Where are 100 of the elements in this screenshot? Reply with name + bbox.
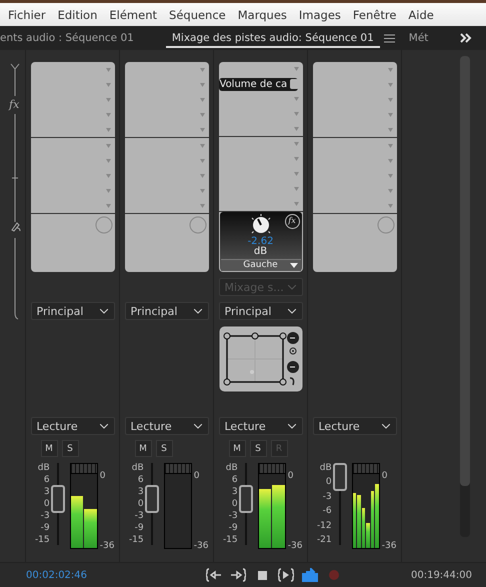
slot-arrow-icon[interactable] [388, 68, 392, 72]
effects-label: fx [9, 98, 20, 111]
menu-item[interactable]: Fichier [8, 8, 46, 22]
current-timecode[interactable]: 00:02:02:46 [26, 570, 88, 580]
send-knob[interactable] [94, 216, 112, 234]
panel-tab[interactable]: Mixage des pistes audio: Séquence 01 [166, 28, 380, 48]
slot-arrow-icon[interactable] [294, 172, 298, 176]
scale-label: 0 [138, 499, 144, 509]
surround-panner[interactable] [218, 326, 302, 392]
track-button[interactable]: S [62, 440, 78, 457]
clip-indicator[interactable] [70, 464, 97, 474]
slot-arrow-icon[interactable] [200, 188, 204, 192]
overflow-icon[interactable] [460, 33, 472, 43]
slot-arrow-icon[interactable] [200, 144, 204, 148]
track-button[interactable]: S [156, 440, 172, 457]
fader-handle[interactable] [144, 485, 159, 514]
slot-arrow-icon[interactable] [106, 112, 110, 116]
slot-arrow-icon[interactable] [200, 128, 204, 132]
slot-arrow-icon[interactable] [200, 68, 204, 72]
slot-arrow-icon[interactable] [388, 188, 392, 192]
chevron-icon [288, 308, 296, 314]
go-to-in-icon[interactable] [206, 568, 222, 582]
channel-dropdown[interactable]: Gauche [220, 258, 300, 271]
slot-arrow-icon[interactable] [106, 98, 110, 102]
slot-arrow-icon[interactable] [388, 144, 392, 148]
slot-arrow-icon[interactable] [294, 142, 298, 146]
automation-mode-dropdown[interactable]: Lecture [218, 417, 302, 435]
scale-label: -36 [194, 541, 208, 551]
track-button[interactable]: S [250, 440, 266, 457]
slot-arrow-icon[interactable] [200, 174, 204, 178]
send-knob[interactable] [188, 216, 206, 234]
menu-item[interactable]: Images [298, 8, 341, 22]
slot-arrow-icon[interactable] [388, 98, 392, 102]
output-dropdown[interactable]: Principal [218, 302, 302, 320]
slot-arrow-icon[interactable] [388, 174, 392, 178]
slot-arrow-icon[interactable] [106, 188, 110, 192]
scale-label: -15 [34, 535, 50, 545]
clip-indicator[interactable] [258, 464, 285, 474]
slot-arrow-icon[interactable] [106, 174, 110, 178]
slot-arrow-icon[interactable] [294, 112, 298, 116]
clip-indicator[interactable] [164, 464, 191, 474]
slot-arrow-icon[interactable] [388, 128, 392, 132]
pan-value[interactable]: -2.62 [248, 236, 274, 247]
slot-arrow-icon[interactable] [106, 128, 110, 132]
slot-arrow-icon[interactable] [388, 82, 392, 86]
slot-arrow-icon[interactable] [106, 68, 110, 72]
track-button[interactable]: M [134, 440, 152, 457]
slot-arrow-icon[interactable] [294, 67, 298, 72]
slot-arrow-icon[interactable] [388, 112, 392, 116]
caret-icon[interactable] [290, 262, 298, 268]
menu-item[interactable]: Fenêtre [352, 8, 396, 22]
fader-handle[interactable] [50, 485, 65, 514]
automation-mode-dropdown[interactable]: Lecture [312, 417, 396, 435]
slot-arrow-icon[interactable] [294, 202, 298, 206]
fader-handle[interactable] [332, 463, 347, 491]
track-button[interactable]: M [40, 440, 58, 457]
slot-arrow-icon[interactable] [200, 82, 204, 86]
menu-item[interactable]: Elément [109, 8, 158, 22]
menu-icon[interactable] [384, 34, 395, 42]
output-dropdown[interactable]: Principal [124, 302, 208, 320]
menu-item[interactable]: Edition [58, 8, 98, 22]
menu-item[interactable]: Aide [408, 8, 434, 22]
scale-label: -15 [222, 535, 238, 545]
scale-label: 0 [44, 499, 50, 509]
slot-arrow-icon[interactable] [294, 157, 298, 162]
record-icon[interactable] [326, 568, 342, 582]
play-in-to-out-icon[interactable] [278, 568, 294, 582]
slot-arrow-icon[interactable] [106, 82, 110, 86]
track-button[interactable]: M [228, 440, 246, 457]
panel-tab[interactable]: ents audio : Séquence 01 [0, 29, 140, 47]
slot-arrow-icon[interactable] [388, 158, 392, 162]
slot-arrow-icon[interactable] [106, 204, 110, 208]
scale-label: -9 [40, 523, 50, 533]
clip-indicator[interactable] [352, 464, 379, 474]
menu-item[interactable]: Marques [238, 8, 287, 22]
slot-arrow-icon[interactable] [200, 112, 204, 116]
go-to-out-icon[interactable] [230, 568, 246, 582]
menu-item[interactable]: Séquence [169, 8, 226, 22]
slot-arrow-icon[interactable] [200, 98, 204, 102]
chevron-icon [194, 424, 202, 428]
slot-arrow-icon[interactable] [106, 158, 110, 162]
slot-arrow-icon[interactable] [294, 96, 298, 101]
slot-arrow-icon[interactable] [106, 144, 110, 148]
panel-tab[interactable]: Mét [402, 29, 434, 47]
scale-label: dB [320, 463, 332, 473]
fader-handle[interactable] [238, 485, 253, 514]
chevron-icon [288, 424, 296, 428]
send-knob[interactable] [376, 216, 394, 234]
output-dropdown[interactable]: Principal [30, 302, 114, 320]
slot-arrow-icon[interactable] [294, 186, 298, 191]
slot-arrow-icon[interactable] [388, 204, 392, 208]
scale-label: 0 [288, 471, 295, 481]
slot-arrow-icon[interactable] [200, 204, 204, 208]
loop-icon[interactable] [302, 568, 318, 582]
slot-arrow-icon[interactable] [200, 158, 204, 162]
effects-bypass-button[interactable]: fx [284, 214, 300, 229]
slot-arrow-icon[interactable] [294, 126, 298, 131]
automation-mode-dropdown[interactable]: Lecture [124, 417, 208, 435]
effect-dropdown[interactable]: Volume de ca [218, 78, 298, 91]
automation-mode-dropdown[interactable]: Lecture [30, 417, 114, 435]
